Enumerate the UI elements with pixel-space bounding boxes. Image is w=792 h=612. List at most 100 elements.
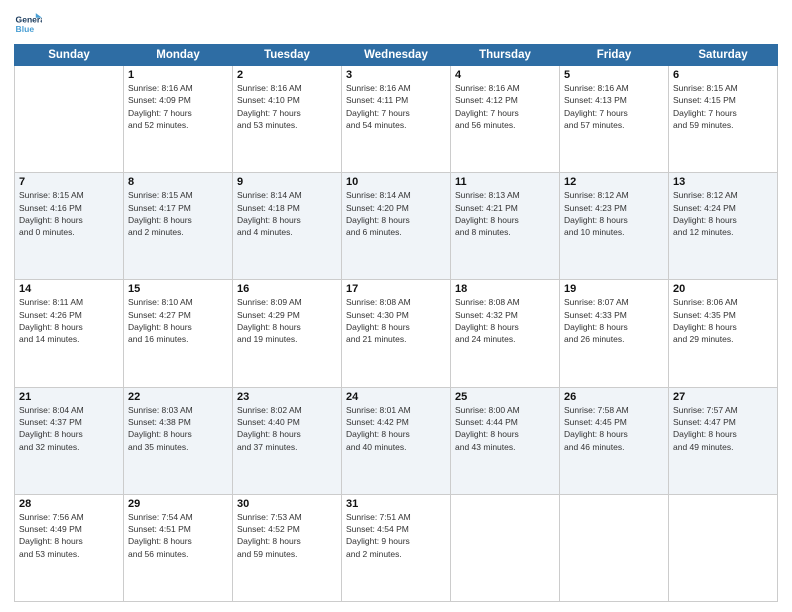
day-header-wednesday: Wednesday	[342, 45, 451, 66]
day-cell: 15Sunrise: 8:10 AM Sunset: 4:27 PM Dayli…	[124, 280, 233, 387]
day-info: Sunrise: 8:10 AM Sunset: 4:27 PM Dayligh…	[128, 296, 228, 345]
logo: General Blue	[14, 10, 46, 38]
day-cell: 21Sunrise: 8:04 AM Sunset: 4:37 PM Dayli…	[15, 387, 124, 494]
day-info: Sunrise: 7:57 AM Sunset: 4:47 PM Dayligh…	[673, 404, 773, 453]
day-cell: 18Sunrise: 8:08 AM Sunset: 4:32 PM Dayli…	[451, 280, 560, 387]
day-number: 18	[455, 283, 555, 295]
day-info: Sunrise: 7:53 AM Sunset: 4:52 PM Dayligh…	[237, 511, 337, 560]
day-number: 1	[128, 69, 228, 81]
week-row-3: 21Sunrise: 8:04 AM Sunset: 4:37 PM Dayli…	[15, 387, 778, 494]
week-row-4: 28Sunrise: 7:56 AM Sunset: 4:49 PM Dayli…	[15, 494, 778, 601]
day-info: Sunrise: 8:03 AM Sunset: 4:38 PM Dayligh…	[128, 404, 228, 453]
day-cell: 17Sunrise: 8:08 AM Sunset: 4:30 PM Dayli…	[342, 280, 451, 387]
day-info: Sunrise: 8:01 AM Sunset: 4:42 PM Dayligh…	[346, 404, 446, 453]
day-info: Sunrise: 8:13 AM Sunset: 4:21 PM Dayligh…	[455, 189, 555, 238]
day-cell: 19Sunrise: 8:07 AM Sunset: 4:33 PM Dayli…	[560, 280, 669, 387]
day-cell: 7Sunrise: 8:15 AM Sunset: 4:16 PM Daylig…	[15, 173, 124, 280]
day-info: Sunrise: 8:15 AM Sunset: 4:17 PM Dayligh…	[128, 189, 228, 238]
day-cell: 20Sunrise: 8:06 AM Sunset: 4:35 PM Dayli…	[669, 280, 778, 387]
day-header-friday: Friday	[560, 45, 669, 66]
day-number: 30	[237, 498, 337, 510]
day-number: 11	[455, 176, 555, 188]
day-number: 10	[346, 176, 446, 188]
day-number: 17	[346, 283, 446, 295]
day-number: 21	[19, 391, 119, 403]
day-info: Sunrise: 8:06 AM Sunset: 4:35 PM Dayligh…	[673, 296, 773, 345]
day-cell: 4Sunrise: 8:16 AM Sunset: 4:12 PM Daylig…	[451, 66, 560, 173]
day-number: 25	[455, 391, 555, 403]
day-info: Sunrise: 8:16 AM Sunset: 4:12 PM Dayligh…	[455, 82, 555, 131]
day-cell: 25Sunrise: 8:00 AM Sunset: 4:44 PM Dayli…	[451, 387, 560, 494]
day-info: Sunrise: 8:15 AM Sunset: 4:16 PM Dayligh…	[19, 189, 119, 238]
day-cell: 14Sunrise: 8:11 AM Sunset: 4:26 PM Dayli…	[15, 280, 124, 387]
day-number: 28	[19, 498, 119, 510]
day-header-sunday: Sunday	[15, 45, 124, 66]
day-number: 13	[673, 176, 773, 188]
day-number: 26	[564, 391, 664, 403]
day-info: Sunrise: 8:16 AM Sunset: 4:09 PM Dayligh…	[128, 82, 228, 131]
day-number: 20	[673, 283, 773, 295]
day-info: Sunrise: 8:11 AM Sunset: 4:26 PM Dayligh…	[19, 296, 119, 345]
week-row-1: 7Sunrise: 8:15 AM Sunset: 4:16 PM Daylig…	[15, 173, 778, 280]
day-header-saturday: Saturday	[669, 45, 778, 66]
day-number: 29	[128, 498, 228, 510]
day-cell: 23Sunrise: 8:02 AM Sunset: 4:40 PM Dayli…	[233, 387, 342, 494]
day-info: Sunrise: 8:08 AM Sunset: 4:30 PM Dayligh…	[346, 296, 446, 345]
day-number: 27	[673, 391, 773, 403]
day-cell: 12Sunrise: 8:12 AM Sunset: 4:23 PM Dayli…	[560, 173, 669, 280]
day-info: Sunrise: 7:54 AM Sunset: 4:51 PM Dayligh…	[128, 511, 228, 560]
calendar-table: SundayMondayTuesdayWednesdayThursdayFrid…	[14, 44, 778, 602]
week-row-0: 1Sunrise: 8:16 AM Sunset: 4:09 PM Daylig…	[15, 66, 778, 173]
day-header-tuesday: Tuesday	[233, 45, 342, 66]
day-cell: 31Sunrise: 7:51 AM Sunset: 4:54 PM Dayli…	[342, 494, 451, 601]
day-number: 4	[455, 69, 555, 81]
day-number: 19	[564, 283, 664, 295]
day-number: 5	[564, 69, 664, 81]
day-cell	[15, 66, 124, 173]
day-cell	[451, 494, 560, 601]
day-info: Sunrise: 8:16 AM Sunset: 4:13 PM Dayligh…	[564, 82, 664, 131]
day-number: 7	[19, 176, 119, 188]
days-header-row: SundayMondayTuesdayWednesdayThursdayFrid…	[15, 45, 778, 66]
day-cell: 1Sunrise: 8:16 AM Sunset: 4:09 PM Daylig…	[124, 66, 233, 173]
day-header-thursday: Thursday	[451, 45, 560, 66]
day-header-monday: Monday	[124, 45, 233, 66]
day-cell: 27Sunrise: 7:57 AM Sunset: 4:47 PM Dayli…	[669, 387, 778, 494]
day-info: Sunrise: 8:02 AM Sunset: 4:40 PM Dayligh…	[237, 404, 337, 453]
day-info: Sunrise: 8:07 AM Sunset: 4:33 PM Dayligh…	[564, 296, 664, 345]
page-header: General Blue	[14, 10, 778, 38]
day-info: Sunrise: 8:16 AM Sunset: 4:11 PM Dayligh…	[346, 82, 446, 131]
day-cell	[669, 494, 778, 601]
day-info: Sunrise: 8:12 AM Sunset: 4:24 PM Dayligh…	[673, 189, 773, 238]
day-cell	[560, 494, 669, 601]
day-number: 3	[346, 69, 446, 81]
day-number: 23	[237, 391, 337, 403]
day-number: 15	[128, 283, 228, 295]
day-info: Sunrise: 7:58 AM Sunset: 4:45 PM Dayligh…	[564, 404, 664, 453]
day-info: Sunrise: 8:14 AM Sunset: 4:18 PM Dayligh…	[237, 189, 337, 238]
day-cell: 3Sunrise: 8:16 AM Sunset: 4:11 PM Daylig…	[342, 66, 451, 173]
day-cell: 6Sunrise: 8:15 AM Sunset: 4:15 PM Daylig…	[669, 66, 778, 173]
day-number: 12	[564, 176, 664, 188]
logo-icon: General Blue	[14, 10, 42, 38]
day-cell: 29Sunrise: 7:54 AM Sunset: 4:51 PM Dayli…	[124, 494, 233, 601]
day-cell: 11Sunrise: 8:13 AM Sunset: 4:21 PM Dayli…	[451, 173, 560, 280]
day-number: 16	[237, 283, 337, 295]
day-cell: 28Sunrise: 7:56 AM Sunset: 4:49 PM Dayli…	[15, 494, 124, 601]
day-cell: 9Sunrise: 8:14 AM Sunset: 4:18 PM Daylig…	[233, 173, 342, 280]
day-cell: 8Sunrise: 8:15 AM Sunset: 4:17 PM Daylig…	[124, 173, 233, 280]
day-info: Sunrise: 8:16 AM Sunset: 4:10 PM Dayligh…	[237, 82, 337, 131]
day-cell: 10Sunrise: 8:14 AM Sunset: 4:20 PM Dayli…	[342, 173, 451, 280]
day-number: 31	[346, 498, 446, 510]
day-info: Sunrise: 7:51 AM Sunset: 4:54 PM Dayligh…	[346, 511, 446, 560]
day-cell: 26Sunrise: 7:58 AM Sunset: 4:45 PM Dayli…	[560, 387, 669, 494]
day-number: 24	[346, 391, 446, 403]
day-cell: 13Sunrise: 8:12 AM Sunset: 4:24 PM Dayli…	[669, 173, 778, 280]
day-info: Sunrise: 8:00 AM Sunset: 4:44 PM Dayligh…	[455, 404, 555, 453]
day-number: 6	[673, 69, 773, 81]
day-info: Sunrise: 8:08 AM Sunset: 4:32 PM Dayligh…	[455, 296, 555, 345]
day-cell: 22Sunrise: 8:03 AM Sunset: 4:38 PM Dayli…	[124, 387, 233, 494]
day-info: Sunrise: 8:12 AM Sunset: 4:23 PM Dayligh…	[564, 189, 664, 238]
day-number: 8	[128, 176, 228, 188]
day-cell: 2Sunrise: 8:16 AM Sunset: 4:10 PM Daylig…	[233, 66, 342, 173]
